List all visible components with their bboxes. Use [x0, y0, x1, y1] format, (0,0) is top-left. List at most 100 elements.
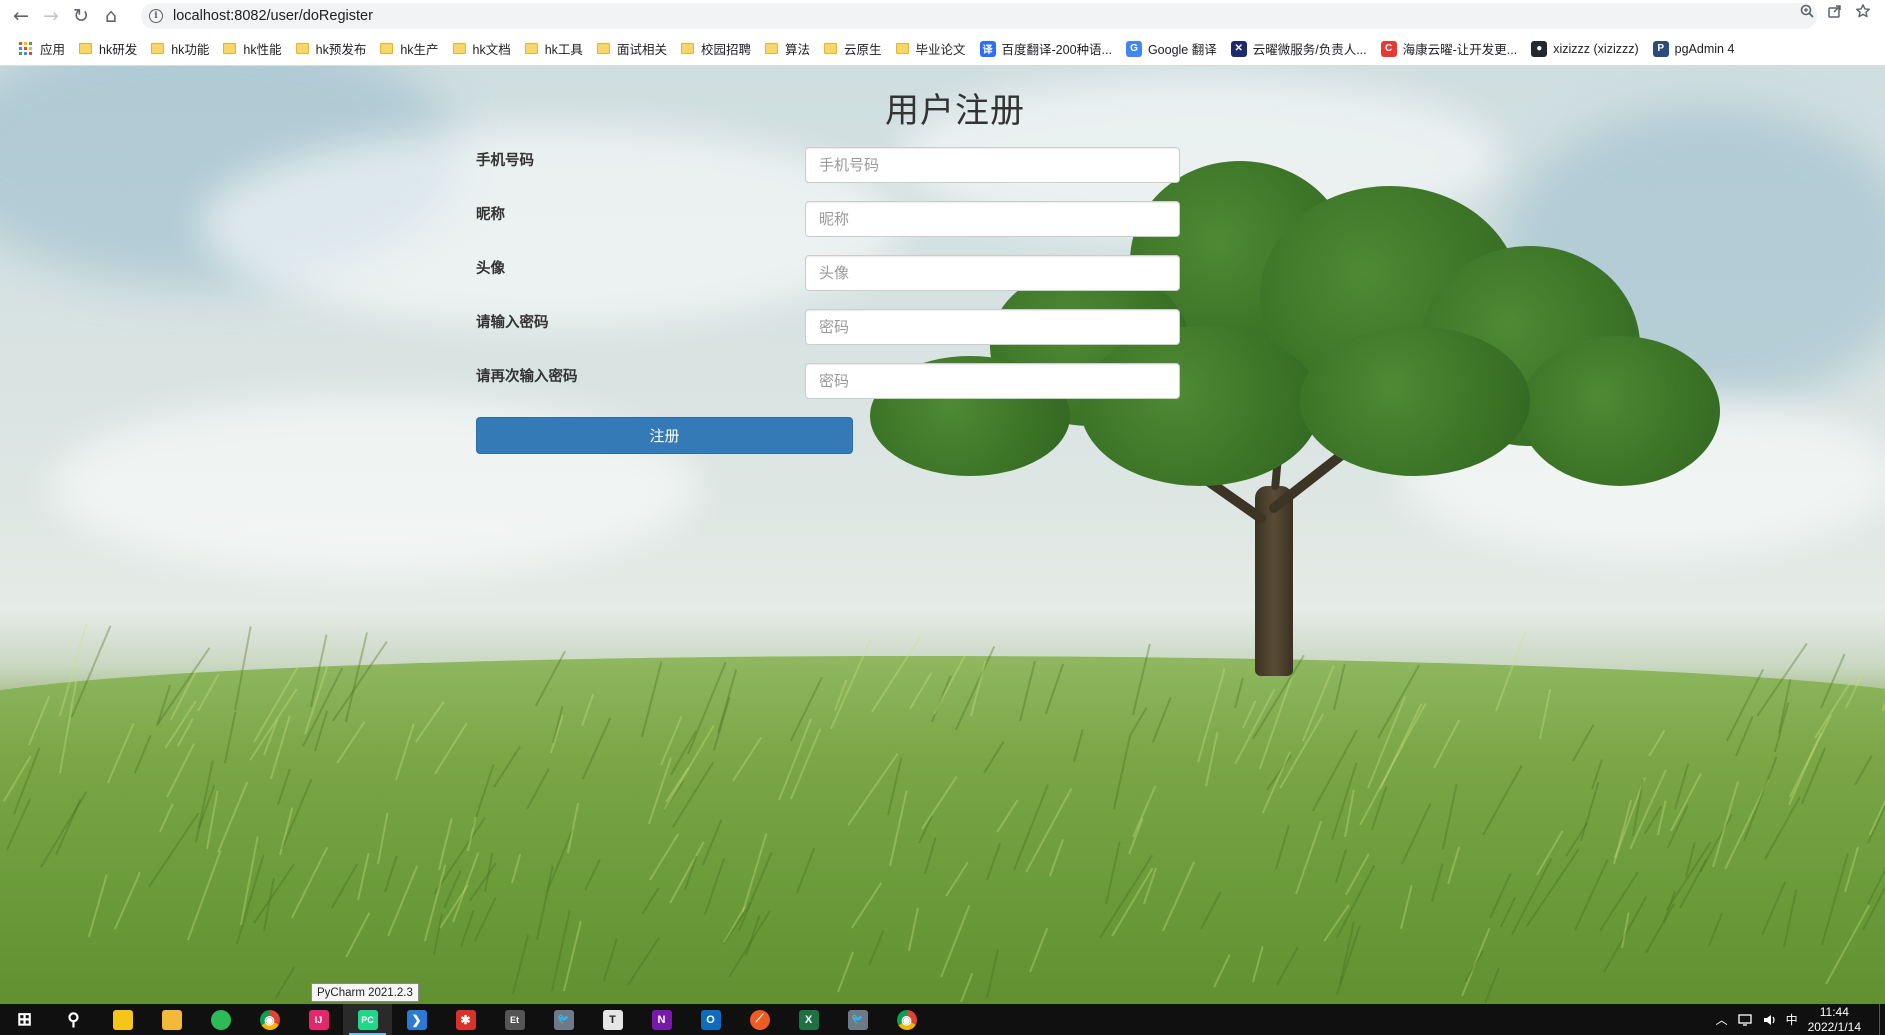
bird-app-icon: 🐦	[847, 1009, 868, 1030]
bookmark-item[interactable]: hk生产	[373, 36, 445, 62]
taskbar-pycharm[interactable]: PC	[343, 1004, 392, 1035]
taskbar-onenote[interactable]: N	[637, 1004, 686, 1035]
confirm-password-label: 请再次输入密码	[476, 369, 578, 385]
taskbar-search[interactable]: ⚲	[49, 1004, 98, 1035]
taskbar-app-red[interactable]: ✱	[441, 1004, 490, 1035]
confirm-password-input[interactable]	[805, 363, 1180, 399]
clock-date: 2022/1/14	[1807, 1019, 1861, 1034]
password-label: 请输入密码	[476, 315, 549, 331]
taskbar-app-green[interactable]	[196, 1004, 245, 1035]
folder-icon	[79, 43, 93, 54]
onenote-icon: N	[651, 1009, 672, 1030]
cloud	[200, 126, 900, 326]
bookmark-label: pgAdmin 4	[1674, 41, 1735, 56]
address-bar[interactable]: i localhost:8082/user/doRegister	[141, 3, 1817, 29]
folder-icon	[380, 43, 394, 54]
bird-app-icon: 🐦	[553, 1009, 574, 1030]
taskbar-app-et[interactable]: Et	[490, 1004, 539, 1035]
folder-icon	[596, 43, 610, 54]
bookmark-item[interactable]: hk工具	[518, 36, 590, 62]
bookmark-star-icon[interactable]	[1855, 3, 1871, 19]
google-translate-icon: G	[1125, 40, 1142, 57]
phone-input[interactable]	[805, 147, 1180, 183]
omnibox-actions	[1799, 3, 1871, 19]
search-icon: ⚲	[67, 1009, 80, 1029]
taskbar-start[interactable]: ⊞	[0, 1004, 49, 1035]
bookmark-item[interactable]: C 海康云曜-让开发更...	[1374, 36, 1525, 62]
et-app-icon: Et	[504, 1009, 525, 1030]
chevron-up-icon[interactable]: ︿	[1716, 1011, 1728, 1028]
share-icon[interactable]	[1827, 3, 1843, 19]
folder-icon	[895, 43, 909, 54]
show-desktop-button[interactable]	[1879, 1004, 1885, 1035]
bookmark-item[interactable]: 面试相关	[590, 36, 674, 62]
volume-icon[interactable]	[1762, 1013, 1778, 1027]
password-input[interactable]	[805, 309, 1180, 345]
bookmark-item[interactable]: ✕ 云曜微服务/负责人...	[1224, 36, 1374, 62]
outlook-icon: O	[700, 1009, 721, 1030]
bookmark-item[interactable]: hk文档	[446, 36, 518, 62]
taskbar-chrome[interactable]: ◉	[245, 1004, 294, 1035]
taskbar-file-explorer[interactable]	[147, 1004, 196, 1035]
windows-taskbar: ⊞ ⚲ ◉ IJ PC ❯ ✱ Et 🐦 T N O ⟋ X 🐦 ◉ ︿ 中 11:44 2022/1/14	[0, 1004, 1885, 1035]
bookmark-item[interactable]: hk预发布	[289, 36, 374, 62]
bookmark-item[interactable]: G Google 翻译	[1119, 36, 1224, 62]
forward-arrow-icon[interactable]: →	[36, 1, 66, 31]
folder-icon	[524, 43, 538, 54]
pycharm-icon: PC	[357, 1009, 378, 1030]
bookmark-item[interactable]: PpgAdmin 4	[1646, 36, 1742, 62]
taskbar-sticky-notes[interactable]	[98, 1004, 147, 1035]
back-arrow-icon[interactable]: ←	[6, 1, 36, 31]
nickname-input[interactable]	[805, 201, 1180, 237]
folder-icon	[295, 43, 309, 54]
sticky-notes-icon	[112, 1009, 133, 1030]
bookmark-label: hk功能	[171, 43, 210, 57]
register-button[interactable]: 注册	[476, 417, 853, 454]
tree-foliage	[1300, 326, 1530, 476]
taskbar-intellij[interactable]: IJ	[294, 1004, 343, 1035]
zoom-icon[interactable]	[1799, 3, 1815, 19]
taskbar-outlook[interactable]: O	[686, 1004, 735, 1035]
avatar-input[interactable]	[805, 255, 1180, 291]
ime-indicator[interactable]: 中	[1786, 1011, 1798, 1028]
taskbar-app-bird[interactable]: 🐦	[539, 1004, 588, 1035]
bookmark-item[interactable]: hk性能	[216, 36, 288, 62]
hikvision-icon: C	[1380, 40, 1397, 57]
bookmark-item[interactable]: 应用	[12, 36, 72, 62]
bookmark-label: 算法	[784, 43, 810, 57]
bookmark-item[interactable]: 毕业论文	[889, 36, 973, 62]
pgadmin-icon: P	[1652, 40, 1669, 57]
tree-foliage	[1080, 326, 1320, 486]
bookmark-label: 毕业论文	[915, 43, 966, 57]
bookmark-item[interactable]: 校园招聘	[674, 36, 758, 62]
clock[interactable]: 11:44 2022/1/14	[1808, 1005, 1861, 1035]
reload-icon[interactable]: ↻	[66, 1, 96, 31]
taskbar-chrome-2[interactable]: ◉	[882, 1004, 931, 1035]
home-icon[interactable]: ⌂	[96, 1, 126, 31]
taskbar-app-bird-2[interactable]: 🐦	[833, 1004, 882, 1035]
bookmark-label: 面试相关	[616, 43, 667, 57]
bookmark-item[interactable]: 译百度翻译-200种语...	[973, 36, 1119, 62]
baidu-translate-icon: 译	[979, 40, 996, 57]
taskbar-typora[interactable]: T	[588, 1004, 637, 1035]
windows-start-icon: ⊞	[16, 1009, 33, 1029]
network-icon[interactable]	[1737, 1013, 1754, 1027]
taskbar-postman[interactable]: ⟋	[735, 1004, 784, 1035]
browser-toolbar: ← → ↻ ⌂ i localhost:8082/user/doRegister	[0, 0, 1885, 32]
nickname-label: 昵称	[476, 207, 505, 223]
bookmark-item[interactable]: 算法	[758, 36, 817, 62]
bookmark-label: 百度翻译-200种语...	[1001, 43, 1112, 57]
site-info-icon[interactable]: i	[149, 9, 163, 23]
chrome-icon: ◉	[896, 1009, 917, 1030]
folder-icon	[223, 43, 237, 54]
bookmark-item[interactable]: 云原生	[817, 36, 889, 62]
taskbar-excel[interactable]: X	[784, 1004, 833, 1035]
bookmark-item[interactable]: ● xizizzz (xizizzz)	[1524, 36, 1645, 62]
bookmark-item[interactable]: hk研发	[72, 36, 144, 62]
bookmark-label: Google 翻译	[1147, 43, 1217, 57]
taskbar-vscode[interactable]: ❯	[392, 1004, 441, 1035]
folder-icon	[452, 43, 466, 54]
apps-grid-icon	[19, 42, 32, 55]
bookmark-item[interactable]: hk功能	[144, 36, 216, 62]
postman-icon: ⟋	[749, 1009, 770, 1030]
